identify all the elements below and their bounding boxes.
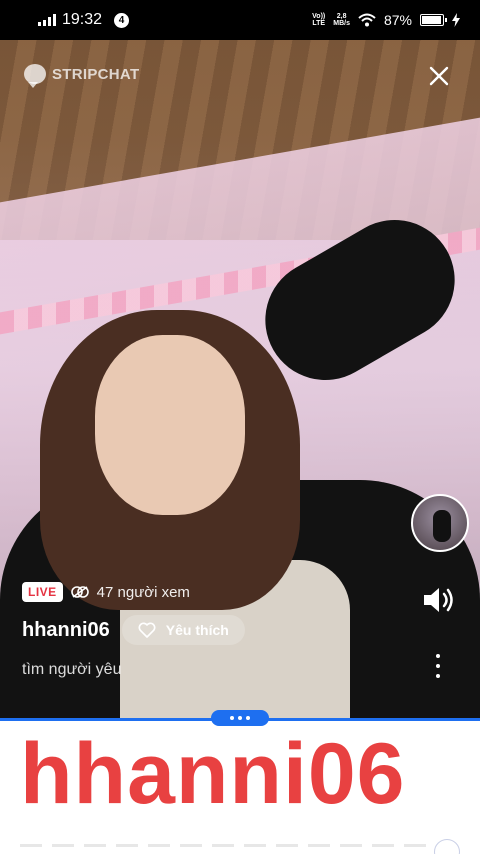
favorite-button[interactable]: Yêu thích xyxy=(121,615,245,645)
viewers-icon xyxy=(70,586,89,598)
clock: 19:32 xyxy=(62,11,103,28)
footer-circle-icon[interactable] xyxy=(434,839,460,854)
preview-thumbnail[interactable] xyxy=(411,494,469,552)
charging-icon xyxy=(452,13,460,27)
streamer-username[interactable]: hhanni06 xyxy=(22,619,110,642)
more-vertical-icon[interactable] xyxy=(434,654,442,678)
streamer-info: hhanni06 Yêu thích xyxy=(22,615,245,645)
favorite-label: Yêu thích xyxy=(165,622,229,638)
notification-badge: 4 xyxy=(114,12,130,28)
live-badge: LIVE xyxy=(22,582,63,602)
heart-icon xyxy=(138,622,156,638)
panel-footer-row xyxy=(20,838,460,854)
status-bar: 19:32 4 Vo)) LTE 2,8 MB/s 87% xyxy=(0,0,480,40)
wifi-icon xyxy=(358,13,376,27)
stream-subtitle: tìm người yêu xyxy=(22,661,122,678)
brand-name: STRIPCHAT xyxy=(52,65,140,83)
viewer-count: 47 người xem xyxy=(96,583,190,601)
close-icon[interactable] xyxy=(425,62,453,90)
volume-icon[interactable] xyxy=(422,585,456,615)
battery-percent: 87% xyxy=(383,12,412,28)
brand-logo-icon xyxy=(24,64,46,88)
panel-username: hhanni06 xyxy=(20,726,406,822)
signal-icon xyxy=(38,14,56,26)
battery-icon xyxy=(420,14,447,26)
brand-logo: STRIPCHAT xyxy=(24,64,140,88)
live-info: LIVE 47 người xem xyxy=(22,582,190,602)
speed-indicator: 2,8 MB/s xyxy=(333,13,350,27)
network-indicator: Vo)) LTE xyxy=(312,13,326,27)
